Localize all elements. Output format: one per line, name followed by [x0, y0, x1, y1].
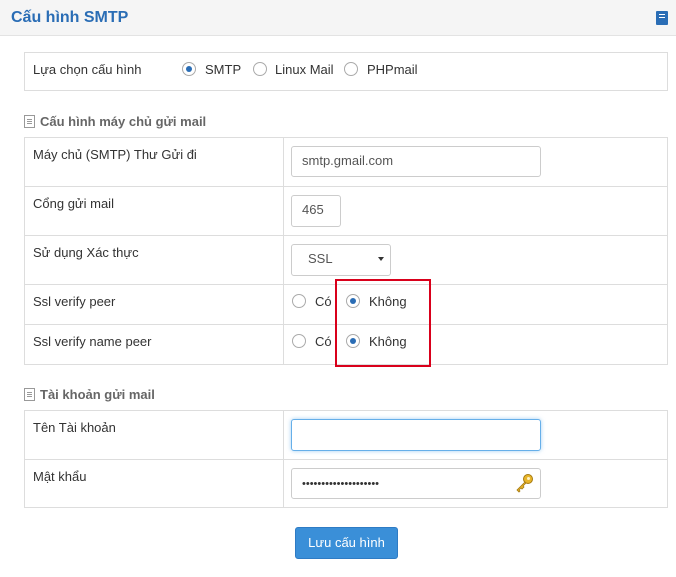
- username-label: Tên Tài khoản: [33, 420, 116, 435]
- document-icon: [24, 388, 35, 401]
- table-divider: [24, 235, 668, 236]
- config-select-label: Lựa chọn cấu hình: [33, 62, 142, 77]
- account-section-title: Tài khoản gửi mail: [40, 387, 155, 402]
- radio-smtp[interactable]: [182, 62, 196, 76]
- verify-peer-yes-label[interactable]: Có: [315, 294, 332, 309]
- verify-name-peer-yes-radio[interactable]: [292, 334, 306, 348]
- password-value: ••••••••••••••••••••: [302, 478, 380, 490]
- panel-header: Cấu hình SMTP: [0, 0, 676, 36]
- save-config-button[interactable]: Lưu cấu hình: [295, 527, 398, 559]
- smtp-host-input[interactable]: smtp.gmail.com: [291, 146, 541, 177]
- verify-peer-yes-radio[interactable]: [292, 294, 306, 308]
- auth-select-value: SSL: [308, 251, 333, 266]
- auth-select[interactable]: SSL: [291, 244, 391, 276]
- radio-linux-mail-label[interactable]: Linux Mail: [275, 62, 334, 77]
- password-label: Mật khẩu: [33, 469, 87, 484]
- password-input[interactable]: ••••••••••••••••••••: [291, 468, 541, 499]
- key-icon[interactable]: [513, 472, 535, 494]
- radio-phpmail[interactable]: [344, 62, 358, 76]
- verify-name-peer-label: Ssl verify name peer: [33, 334, 152, 349]
- verify-peer-label: Ssl verify peer: [33, 294, 116, 309]
- smtp-port-input[interactable]: 465: [291, 195, 341, 227]
- table-divider: [24, 186, 668, 187]
- auth-label: Sử dụng Xác thực: [33, 245, 139, 260]
- smtp-port-label: Cổng gửi mail: [33, 196, 114, 211]
- table-divider: [24, 459, 668, 460]
- document-icon: [24, 115, 35, 128]
- book-icon[interactable]: [656, 11, 668, 25]
- chevron-down-icon: [378, 257, 384, 261]
- radio-smtp-label[interactable]: SMTP: [205, 62, 241, 77]
- highlight-box: [335, 279, 431, 367]
- page-title: Cấu hình SMTP: [11, 9, 129, 26]
- smtp-host-label: Máy chủ (SMTP) Thư Gửi đi: [33, 147, 197, 162]
- server-section-title: Cấu hình máy chủ gửi mail: [40, 114, 207, 129]
- radio-phpmail-label[interactable]: PHPmail: [367, 62, 418, 77]
- radio-linux-mail[interactable]: [253, 62, 267, 76]
- table-divider: [283, 137, 284, 365]
- verify-name-peer-yes-label[interactable]: Có: [315, 334, 332, 349]
- username-input[interactable]: [291, 419, 541, 451]
